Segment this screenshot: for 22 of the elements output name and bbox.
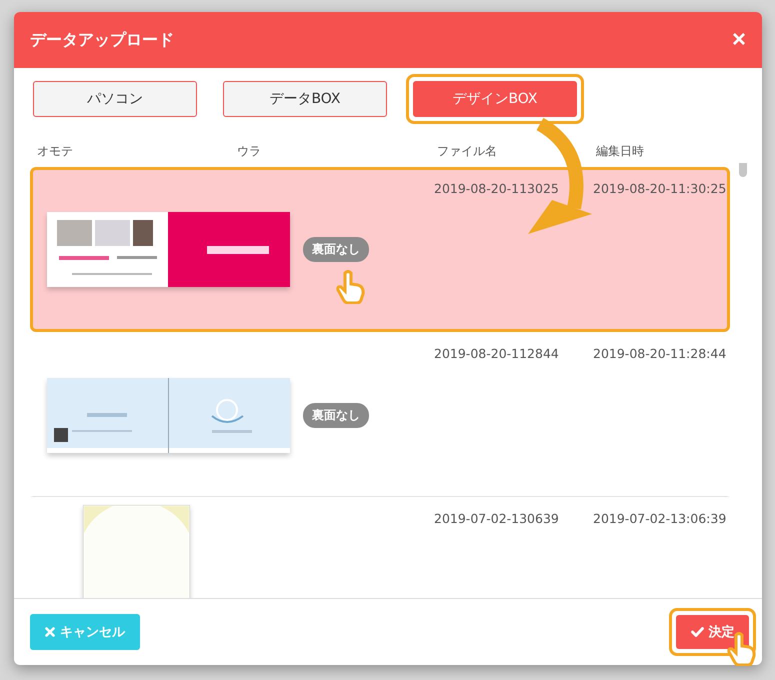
no-back-badge: 裏面なし	[303, 237, 369, 262]
column-header: ファイル名	[437, 142, 498, 160]
hand-pointer-icon	[336, 270, 366, 304]
file-name: 2019-08-20-113025	[434, 181, 559, 196]
source-tab[interactable]: パソコン	[33, 81, 197, 117]
modified-date: 2019-08-20-11:30:25	[593, 181, 726, 196]
file-row[interactable]: 裏面なし 2019-08-20-113025 2019-08-20-11:30:25	[30, 167, 730, 332]
check-icon	[690, 627, 704, 637]
no-back-badge: 裏面なし	[303, 403, 369, 428]
modified-date: 2019-07-02-13:06:39	[593, 511, 726, 526]
close-icon	[45, 627, 55, 637]
column-header: オモテ	[37, 142, 74, 160]
file-row[interactable]: 裏面なし 2019-08-20-112844 2019-08-20-11:28:44	[30, 332, 730, 497]
column-header: ウラ	[237, 142, 262, 160]
source-tab[interactable]: デザインBOX	[413, 81, 577, 117]
file-name: 2019-07-02-130639	[434, 511, 559, 526]
close-button[interactable]: ×	[732, 28, 746, 52]
file-name: 2019-08-20-112844	[434, 346, 559, 361]
dialog-title: データアップロード	[30, 30, 174, 50]
column-header: 編集日時	[596, 142, 644, 160]
source-tab[interactable]: データBOX	[223, 81, 387, 117]
modified-date: 2019-08-20-11:28:44	[593, 346, 726, 361]
